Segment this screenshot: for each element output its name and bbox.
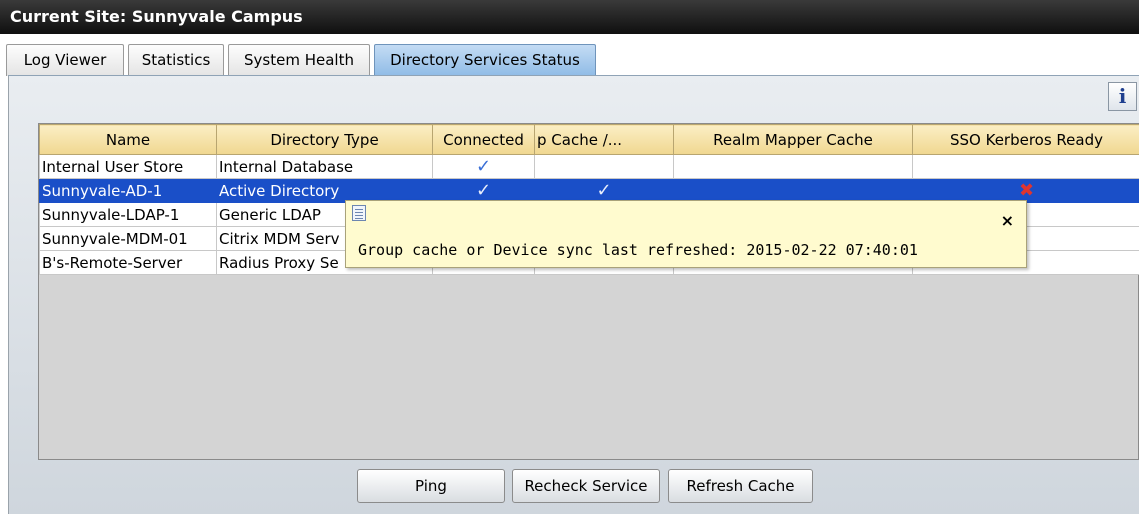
close-icon[interactable]: × bbox=[1001, 211, 1014, 230]
tab-system-health[interactable]: System Health bbox=[228, 44, 370, 76]
cell-directory-type: Internal Database bbox=[216, 154, 433, 179]
cell-directory-type: Active Directory bbox=[216, 178, 433, 203]
table-row[interactable]: Internal User Store Internal Database ✓ bbox=[39, 154, 1139, 179]
directory-services-table: Name Directory Type Connected p Cache /.… bbox=[38, 123, 1139, 460]
error-x-icon: ✖ bbox=[1018, 179, 1035, 201]
cell-realm-mapper-cache bbox=[673, 178, 913, 203]
tab-log-viewer[interactable]: Log Viewer bbox=[6, 44, 124, 76]
cell-group-cache: ✓ bbox=[534, 178, 674, 203]
tooltip-text: Group cache or Device sync last refreshe… bbox=[358, 241, 918, 259]
refresh-tooltip: × Group cache or Device sync last refres… bbox=[345, 200, 1027, 268]
checkmark-icon: ✓ bbox=[475, 179, 492, 201]
ping-button[interactable]: Ping bbox=[357, 469, 505, 503]
document-icon bbox=[352, 205, 366, 221]
cell-sso-kerberos-ready: ✖ bbox=[912, 178, 1139, 203]
site-title-bar: Current Site: Sunnyvale Campus bbox=[0, 0, 1139, 34]
cell-group-cache bbox=[534, 154, 674, 179]
cell-connected: ✓ bbox=[432, 178, 535, 203]
column-header-directory-type[interactable]: Directory Type bbox=[216, 124, 433, 155]
table-header-row: Name Directory Type Connected p Cache /.… bbox=[39, 124, 1139, 155]
column-header-sso-kerberos-ready[interactable]: SSO Kerberos Ready bbox=[912, 124, 1139, 155]
checkmark-icon: ✓ bbox=[596, 179, 612, 201]
cell-name: B's-Remote-Server bbox=[39, 250, 217, 275]
site-title: Current Site: Sunnyvale Campus bbox=[10, 7, 303, 26]
info-button[interactable]: i bbox=[1108, 82, 1137, 111]
tab-statistics[interactable]: Statistics bbox=[128, 44, 224, 76]
cell-name: Internal User Store bbox=[39, 154, 217, 179]
checkmark-icon: ✓ bbox=[475, 155, 492, 177]
column-header-realm-mapper-cache[interactable]: Realm Mapper Cache bbox=[673, 124, 913, 155]
tab-directory-services-status[interactable]: Directory Services Status bbox=[374, 44, 596, 76]
cell-name: Sunnyvale-AD-1 bbox=[39, 178, 217, 203]
cell-sso-kerberos-ready bbox=[912, 154, 1139, 179]
cell-connected: ✓ bbox=[432, 154, 535, 179]
cell-name: Sunnyvale-MDM-01 bbox=[39, 226, 217, 251]
column-header-connected[interactable]: Connected bbox=[432, 124, 535, 155]
column-header-group-cache[interactable]: p Cache /... bbox=[534, 124, 674, 155]
tab-strip: Log Viewer Statistics System Health Dire… bbox=[0, 34, 1139, 76]
cell-realm-mapper-cache bbox=[673, 154, 913, 179]
column-header-name[interactable]: Name bbox=[39, 124, 217, 155]
recheck-service-button[interactable]: Recheck Service bbox=[512, 469, 660, 503]
table-row[interactable]: Sunnyvale-AD-1 Active Directory ✓ ✓ ✖ bbox=[39, 178, 1139, 203]
cell-name: Sunnyvale-LDAP-1 bbox=[39, 202, 217, 227]
refresh-cache-button[interactable]: Refresh Cache bbox=[668, 469, 813, 503]
